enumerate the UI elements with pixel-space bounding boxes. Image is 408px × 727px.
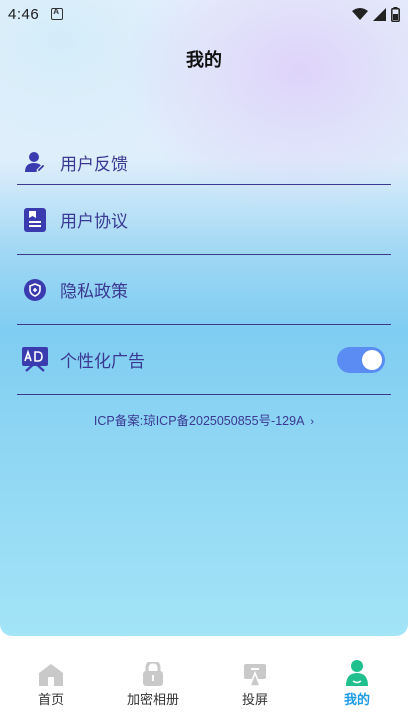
- ad-icon: [22, 346, 48, 373]
- status-indicators: [352, 6, 400, 22]
- tab-encrypted-album[interactable]: 加密相册: [102, 648, 204, 718]
- user-feedback-icon: [22, 149, 48, 175]
- menu-item-label: 隐私政策: [60, 282, 128, 302]
- home-icon: [38, 660, 64, 686]
- personalized-ads-toggle[interactable]: [337, 346, 385, 373]
- tab-label: 首页: [37, 693, 64, 708]
- signal-icon: [373, 7, 386, 21]
- battery-icon: [391, 6, 400, 22]
- document-icon: [22, 207, 48, 233]
- menu-item-label: 用户协议: [60, 212, 128, 232]
- tab-label: 投屏: [241, 693, 268, 708]
- tab-label: 我的: [343, 693, 370, 708]
- status-time: 4:46: [8, 5, 40, 23]
- menu-item-privacy-policy[interactable]: 隐私政策: [17, 255, 391, 325]
- profile-icon: [344, 660, 370, 686]
- bottom-tab-bar: 首页 加密相册 投屏 我的: [0, 648, 408, 718]
- tab-screen-cast[interactable]: 投屏: [204, 648, 306, 718]
- menu-item-label: 用户反馈: [60, 154, 128, 175]
- status-bar: 4:46: [0, 0, 408, 28]
- settings-menu: 用户反馈 用户协议 隐私政策 个性化广告: [17, 140, 391, 395]
- icp-record-link[interactable]: ICP备案:琼ICP备2025050855号-129A ›: [0, 410, 408, 429]
- toggle-knob: [362, 349, 382, 370]
- menu-item-label: 个性化广告: [60, 352, 145, 372]
- shield-icon: [22, 277, 48, 303]
- tab-mine[interactable]: 我的: [306, 648, 408, 718]
- icp-text: ICP备案:琼ICP备2025050855号-129A: [93, 414, 305, 428]
- chevron-right-icon: ›: [310, 416, 315, 428]
- tab-home[interactable]: 首页: [0, 648, 102, 718]
- menu-item-personalized-ads: 个性化广告: [17, 325, 391, 395]
- lock-icon: [140, 660, 166, 686]
- notification-icon: [51, 7, 64, 20]
- tab-label: 加密相册: [126, 693, 179, 708]
- menu-item-user-feedback[interactable]: 用户反馈: [17, 140, 391, 185]
- cast-icon: [242, 660, 268, 686]
- profile-screen: 4:46 我的 用户反: [0, 0, 408, 636]
- wifi-icon: [352, 7, 368, 20]
- page-title: 我的: [186, 50, 222, 71]
- menu-item-user-agreement[interactable]: 用户协议: [17, 185, 391, 255]
